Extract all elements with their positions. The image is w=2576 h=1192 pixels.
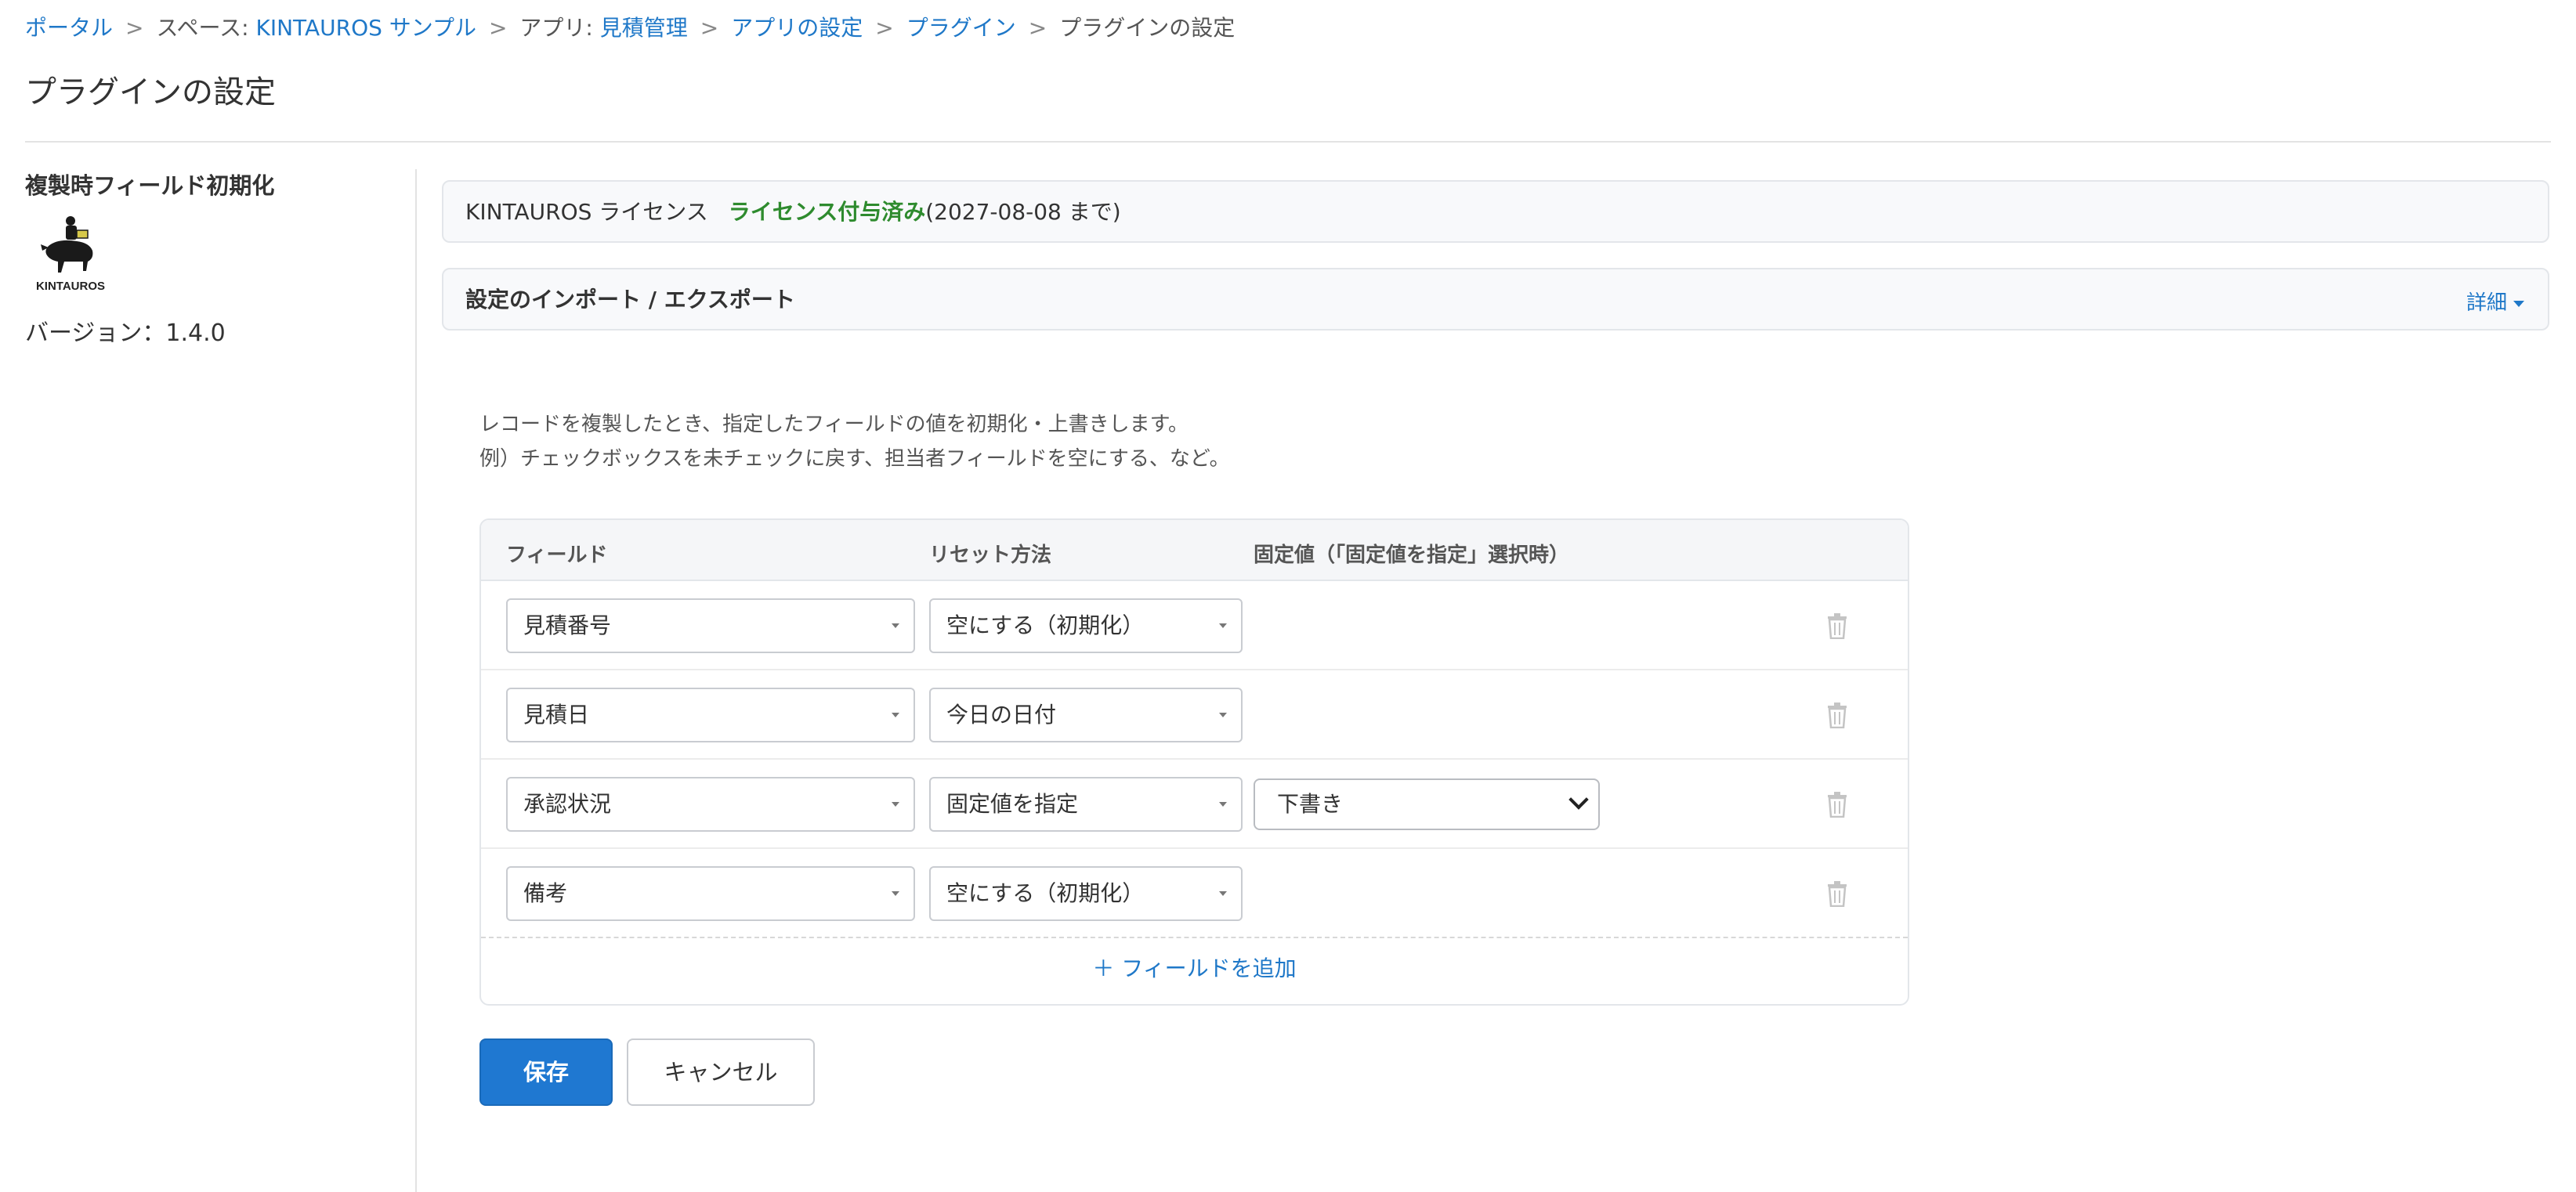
field-select-value: 見積番号	[523, 612, 612, 638]
reset-method-value: 固定値を指定	[946, 791, 1079, 817]
dropdown-arrow-icon	[892, 802, 899, 807]
dropdown-arrow-icon	[892, 891, 899, 896]
breadcrumb-separator: >	[125, 15, 144, 41]
fixed-value-select[interactable]: 下書き	[1254, 778, 1600, 830]
breadcrumb-app-link[interactable]: 見積管理	[600, 15, 688, 41]
reset-method-select[interactable]: 今日の日付	[929, 688, 1243, 742]
breadcrumb-space-link[interactable]: KINTAUROS サンプル	[255, 15, 476, 41]
header-reset: リセット方法	[929, 544, 1052, 567]
chevron-down-icon	[1568, 789, 1589, 810]
field-settings-table: フィールド リセット方法 固定値（「固定値を指定」選択時） 見積番号 空にする（…	[479, 518, 1909, 1006]
field-select-value: 見積日	[523, 702, 590, 728]
save-button[interactable]: 保存	[479, 1038, 613, 1106]
reset-method-value: 空にする（初期化）	[946, 880, 1145, 906]
cancel-button[interactable]: キャンセル	[627, 1038, 815, 1106]
reset-method-value: 今日の日付	[946, 702, 1057, 728]
breadcrumb-current: プラグインの設定	[1059, 15, 1236, 41]
plugin-name: 複製時フィールド初期化	[25, 172, 275, 199]
breadcrumb-space-prefix: スペース:	[156, 15, 256, 41]
license-info: KINTAUROS ライセンス ライセンス付与済み(2027-08-08 まで)	[465, 197, 1121, 227]
breadcrumb-separator: >	[875, 15, 894, 41]
fixed-value-value: 下書き	[1277, 791, 1344, 817]
field-select[interactable]: 承認状況	[506, 777, 915, 832]
reset-method-select[interactable]: 空にする（初期化）	[929, 866, 1243, 921]
page-title: プラグインの設定	[25, 74, 276, 110]
license-panel: KINTAUROS ライセンス ライセンス付与済み(2027-08-08 まで)	[442, 180, 2549, 243]
description-line-1: レコードを複製したとき、指定したフィールドの値を初期化・上書きします。	[479, 413, 1189, 436]
breadcrumb-portal-link[interactable]: ポータル	[25, 15, 113, 41]
import-export-title: 設定のインポート / エクスポート	[465, 287, 795, 312]
add-field-button[interactable]: ＋ フィールドを追加	[481, 934, 1908, 1004]
trash-icon[interactable]	[1825, 702, 1849, 728]
breadcrumb-separator: >	[488, 15, 508, 41]
logo-text: KINTAUROS	[36, 280, 105, 293]
breadcrumb-app-prefix: アプリ:	[519, 15, 600, 41]
reset-method-value: 空にする（初期化）	[946, 612, 1145, 638]
table-row: 見積日 今日の日付	[481, 670, 1908, 760]
plugin-version: バージョン：1.4.0	[25, 320, 226, 347]
license-expiry: (2027-08-08 まで)	[925, 199, 1121, 225]
breadcrumb-plugins-link[interactable]: プラグイン	[906, 15, 1016, 41]
import-export-detail-toggle[interactable]: 詳細	[2466, 287, 2524, 316]
field-select[interactable]: 見積番号	[506, 598, 915, 653]
trash-icon[interactable]	[1825, 880, 1849, 907]
description-line-2: 例）チェックボックスを未チェックに戻す、担当者フィールドを空にする、など。	[479, 447, 1230, 471]
header-divider	[25, 141, 2551, 143]
table-row: 承認状況 固定値を指定 下書き	[481, 760, 1908, 849]
detail-label: 詳細	[2466, 291, 2507, 315]
license-status: ライセンス付与済み	[728, 199, 926, 225]
description: レコードを複製したとき、指定したフィールドの値を初期化・上書きします。 例）チェ…	[479, 407, 1230, 476]
reset-method-select[interactable]: 空にする（初期化）	[929, 598, 1243, 653]
header-field: フィールド	[506, 544, 608, 567]
breadcrumb-app-settings-link[interactable]: アプリの設定	[731, 15, 863, 41]
dropdown-arrow-icon	[1219, 713, 1227, 717]
sidebar-divider	[415, 169, 417, 1192]
dropdown-arrow-icon	[892, 623, 899, 628]
caret-down-icon	[2513, 300, 2524, 307]
dropdown-arrow-icon	[1219, 891, 1227, 896]
table-row: 見積番号 空にする（初期化）	[481, 581, 1908, 670]
breadcrumb-separator: >	[700, 15, 719, 41]
breadcrumb: ポータル > スペース: KINTAUROS サンプル > アプリ: 見積管理 > アプリの…	[25, 13, 1235, 44]
license-title: KINTAUROS ライセンス	[465, 199, 708, 225]
field-select[interactable]: 備考	[506, 866, 915, 921]
header-fixed-value: 固定値（「固定値を指定」選択時）	[1254, 544, 1570, 567]
kintauros-logo: KINTAUROS	[36, 216, 105, 293]
trash-icon[interactable]	[1825, 791, 1849, 818]
dropdown-arrow-icon	[892, 713, 899, 717]
breadcrumb-separator: >	[1028, 15, 1047, 41]
dropdown-arrow-icon	[1219, 623, 1227, 628]
import-export-panel: 設定のインポート / エクスポート 詳細	[442, 268, 2549, 331]
field-select-value: 承認状況	[523, 791, 612, 817]
reset-method-select[interactable]: 固定値を指定	[929, 777, 1243, 832]
field-select[interactable]: 見積日	[506, 688, 915, 742]
trash-icon[interactable]	[1825, 612, 1849, 639]
field-select-value: 備考	[523, 880, 568, 906]
dropdown-arrow-icon	[1219, 802, 1227, 807]
table-header: フィールド リセット方法 固定値（「固定値を指定」選択時）	[481, 520, 1908, 581]
table-row: 備考 空にする（初期化）	[481, 849, 1908, 938]
